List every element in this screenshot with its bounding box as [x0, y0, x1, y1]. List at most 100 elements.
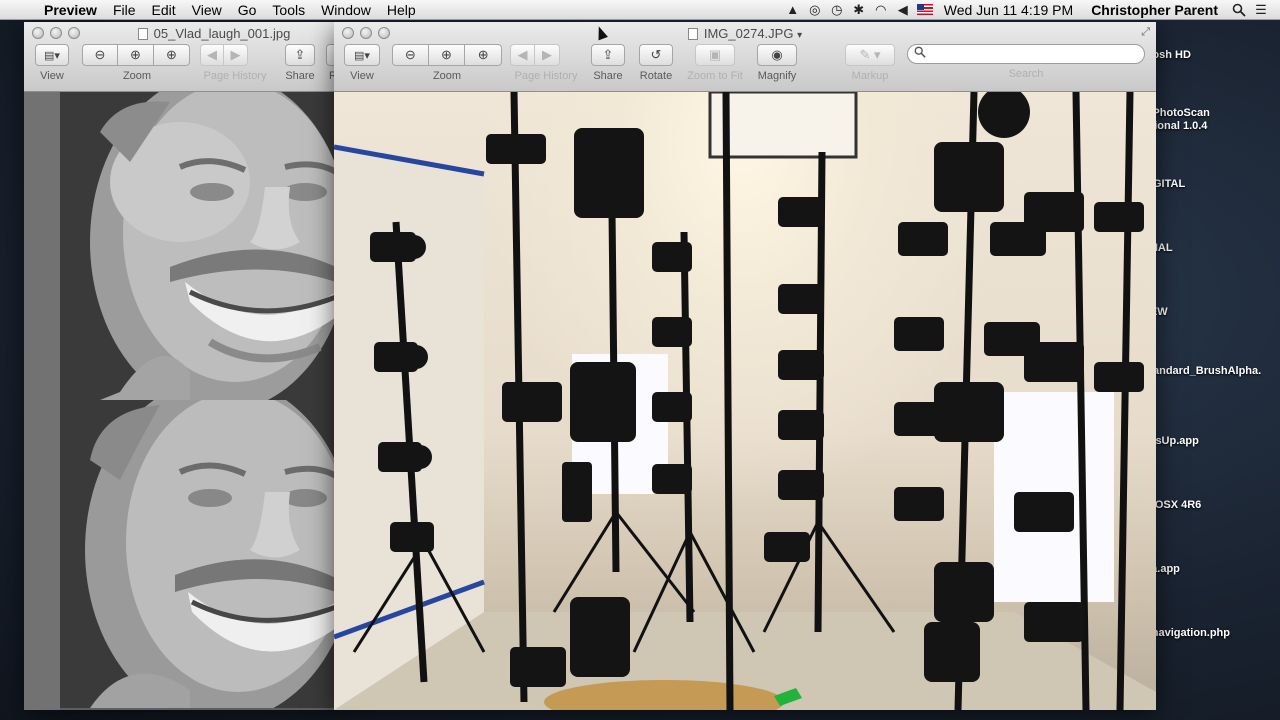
magnify-button[interactable]: ◉: [757, 44, 797, 66]
zoom-out-icon: ⊖: [94, 47, 106, 62]
zoom-out-icon: ⊖: [404, 47, 416, 62]
zoom-to-fit-label: Zoom to Fit: [687, 70, 743, 82]
rotate-tool[interactable]: ↺ Rotate: [636, 44, 676, 82]
view-label: View: [350, 70, 374, 82]
share-tool[interactable]: ⇪ Share: [588, 44, 628, 82]
zoom-out-button[interactable]: ⊖: [82, 44, 118, 66]
desktop-item-rnal[interactable]: RNAL: [1142, 242, 1272, 255]
image-canvas: [24, 92, 344, 710]
back-arrow-icon: ◀: [207, 47, 217, 62]
camera-rig-illustration: [334, 92, 1156, 710]
menu-window[interactable]: Window: [313, 0, 379, 20]
forward-arrow-icon: ▶: [542, 47, 552, 62]
back-arrow-icon: ◀: [517, 47, 528, 62]
zoom-out-button[interactable]: ⊖: [392, 44, 429, 66]
wifi-icon[interactable]: ◠: [870, 0, 892, 20]
creative-cloud-icon[interactable]: ◎: [804, 0, 826, 20]
share-button[interactable]: ⇪: [591, 44, 625, 66]
image-canvas: [334, 92, 1156, 710]
share-button[interactable]: ⇪: [285, 44, 315, 66]
menu-user[interactable]: Christopher Parent: [1081, 2, 1228, 18]
menu-file[interactable]: File: [105, 0, 144, 20]
desktop-item-new[interactable]: NEW: [1142, 306, 1272, 319]
title-menu-chevron-icon: ▾: [797, 30, 803, 41]
desktop-item-photoscan[interactable]: ft PhotoScan ssional 1.0.4: [1142, 107, 1272, 133]
view-button[interactable]: ▤▾: [344, 44, 380, 66]
zoom-tool: ⊖ ⊕ ⊕ Zoom: [392, 44, 502, 82]
desktop-item-thumbsup[interactable]: nbsUp.app: [1142, 435, 1272, 448]
canvas-margin: [24, 92, 60, 710]
toolbar: ▤▾ View ⊖ ⊕ ⊕ Zoom ◀ ▶ Page History ⇪ Sh…: [334, 44, 1156, 84]
search-icon: [914, 46, 926, 61]
view-button[interactable]: ▤▾: [35, 44, 69, 66]
face-sculpt-render-top: [60, 92, 336, 400]
markup-button[interactable]: ✎ ▾: [845, 44, 895, 66]
face-sculpt-render-bottom: [60, 400, 336, 708]
desktop-item-brushalpha[interactable]: Standard_BrushAlpha.: [1142, 365, 1272, 378]
zoom-in-button[interactable]: ⊕: [465, 44, 502, 66]
desktop-item-hd[interactable]: ntosh HD: [1142, 49, 1272, 62]
zoom-to-fit-icon: ▣: [708, 47, 722, 62]
desktop-item-illa[interactable]: illa.app: [1142, 563, 1272, 576]
menu-tools[interactable]: Tools: [264, 0, 313, 20]
magnify-tool[interactable]: ◉ Magnify: [752, 44, 802, 82]
desktop-item-osx[interactable]: shOSX 4R6: [1142, 499, 1272, 512]
document-icon: [687, 28, 698, 40]
evernote-icon[interactable]: ▲: [782, 0, 804, 20]
search-field[interactable]: [907, 44, 1145, 64]
preview-window-back: 05_Vlad_laugh_001.jpg ▤▾ View ⊖ ⊕ ⊕ Zoom…: [24, 22, 344, 710]
sidebar-icon: ▤▾: [354, 49, 370, 62]
desktop-item-navigation-php[interactable]: s-navigation.php: [1142, 627, 1272, 640]
share-label: Share: [593, 70, 623, 82]
page-history-label: Page History: [514, 70, 578, 82]
zoom-to-fit-button[interactable]: ▣: [695, 44, 735, 66]
share-icon: ⇪: [602, 47, 614, 62]
bluetooth-icon[interactable]: ✱: [848, 0, 870, 20]
forward-button[interactable]: ▶: [224, 44, 248, 66]
rotate-button[interactable]: ↺: [639, 44, 673, 66]
spotlight-icon[interactable]: [1228, 0, 1250, 20]
preview-window-front: IMG_0274.JPG ▾ ⤢ ▤▾ View ⊖ ⊕ ⊕ Zoom ◀ ▶ …: [334, 22, 1156, 710]
zoom-label: Zoom: [122, 70, 152, 82]
zoom-in-icon: ⊕: [477, 47, 489, 62]
zoom-to-fit-tool[interactable]: ▣ Zoom to Fit: [682, 44, 748, 82]
rotate-icon: ↺: [650, 47, 662, 62]
actual-size-icon: ⊕: [441, 47, 452, 62]
window-title: 05_Vlad_laugh_001.jpg: [24, 26, 344, 41]
page-history-label: Page History: [203, 70, 267, 82]
time-machine-icon[interactable]: ◷: [826, 0, 848, 20]
window-titlebar: 05_Vlad_laugh_001.jpg ▤▾ View ⊖ ⊕ ⊕ Zoom…: [24, 22, 344, 92]
menu-bar: Preview File Edit View Go Tools Window H…: [0, 0, 1280, 20]
actual-size-button[interactable]: ⊕: [428, 44, 466, 66]
document-icon: [137, 28, 148, 40]
actual-size-button[interactable]: ⊕: [118, 44, 154, 66]
menu-edit[interactable]: Edit: [144, 0, 184, 20]
search-tool: Search: [906, 44, 1146, 80]
share-icon: ⇪: [294, 47, 306, 62]
toolbar: ▤▾ View ⊖ ⊕ ⊕ Zoom ◀ ▶ Page History ⇪ Sh…: [24, 44, 344, 84]
search-label: Search: [1008, 68, 1044, 80]
menu-clock[interactable]: Wed Jun 11 4:19 PM: [936, 2, 1081, 18]
markup-tool[interactable]: ✎ ▾ Markup: [842, 44, 898, 82]
forward-button[interactable]: ▶: [535, 44, 560, 66]
fullscreen-icon[interactable]: ⤢: [1141, 26, 1150, 39]
window-title[interactable]: IMG_0274.JPG ▾: [334, 26, 1156, 41]
flag-icon[interactable]: [914, 0, 936, 20]
page-history-tool: ◀ ▶ Page History: [200, 44, 270, 82]
notification-center-icon[interactable]: ☰: [1250, 0, 1272, 20]
menu-view[interactable]: View: [184, 0, 230, 20]
view-label: View: [40, 70, 64, 82]
back-button[interactable]: ◀: [510, 44, 535, 66]
view-tool[interactable]: ▤▾ View: [342, 44, 382, 82]
share-tool[interactable]: ⇪ Share: [280, 44, 320, 82]
menu-help[interactable]: Help: [379, 0, 424, 20]
menu-go[interactable]: Go: [230, 0, 265, 20]
search-input[interactable]: [930, 47, 1130, 61]
back-button[interactable]: ◀: [200, 44, 224, 66]
volume-icon[interactable]: ◀: [892, 0, 914, 20]
menu-app-preview[interactable]: Preview: [36, 0, 105, 20]
desktop-item-digital[interactable]: DIGITAL: [1142, 178, 1272, 191]
view-tool[interactable]: ▤▾ View: [32, 44, 72, 82]
markup-label: Markup: [851, 70, 889, 82]
zoom-in-button[interactable]: ⊕: [154, 44, 190, 66]
